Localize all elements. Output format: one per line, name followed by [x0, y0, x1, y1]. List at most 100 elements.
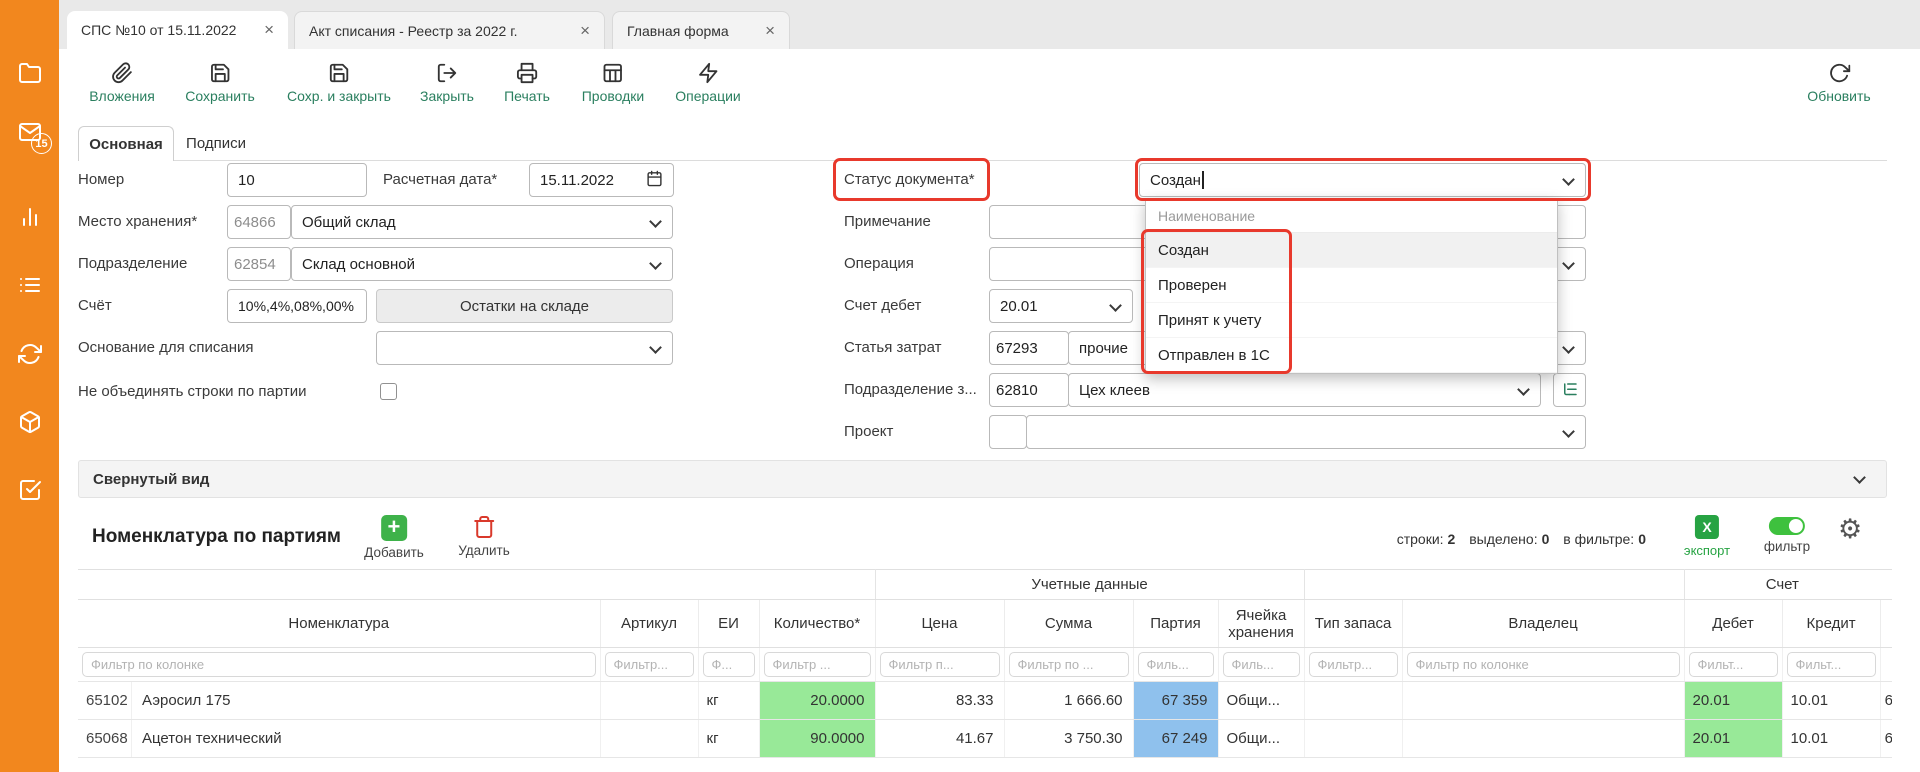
col-debit[interactable]: Дебет — [1684, 600, 1782, 648]
refresh-button[interactable]: Обновить — [1807, 62, 1870, 104]
dropdown-item-proveren[interactable]: Проверен — [1146, 268, 1557, 303]
cell-debit[interactable]: 20.01 — [1684, 682, 1782, 720]
podrazdelenie-z-code-input[interactable]: 62810 — [989, 373, 1069, 407]
cell-quantity[interactable]: 20.0000 — [759, 682, 875, 720]
cell-quantity[interactable]: 90.0000 — [759, 720, 875, 758]
col-owner[interactable]: Владелец — [1402, 600, 1684, 648]
col-nomenclature[interactable]: Номенклатура — [78, 600, 600, 648]
table-row[interactable]: 65102 Аэросил 175 кг 20.0000 83.33 1 666… — [78, 682, 1892, 720]
filter-input-credit[interactable] — [1787, 652, 1876, 677]
cell-batch[interactable]: 67 249 — [1133, 720, 1218, 758]
podrazdelenie-z-select[interactable]: Цех клеев — [1068, 373, 1541, 407]
schet-debet-select[interactable]: 20.01 — [989, 289, 1133, 323]
col-artikul[interactable]: Артикул — [600, 600, 698, 648]
filter-input-owner[interactable] — [1407, 652, 1680, 677]
list-icon[interactable] — [0, 273, 59, 297]
dropdown-item-otpravlen[interactable]: Отправлен в 1С — [1146, 338, 1557, 373]
mail-icon[interactable]: 15 — [0, 120, 59, 144]
mesto-select[interactable]: Общий склад — [291, 205, 673, 239]
filter-input-quantity[interactable] — [764, 652, 871, 677]
status-input[interactable]: Создан — [1139, 163, 1586, 197]
col-batch[interactable]: Партия — [1133, 600, 1218, 648]
close-button[interactable]: Закрыть — [420, 62, 474, 104]
cell-extra[interactable]: 6 — [1880, 720, 1892, 758]
proekt-select[interactable] — [1026, 415, 1586, 449]
filter-toggle[interactable]: фильтр — [1764, 517, 1810, 554]
osnovanie-select[interactable] — [376, 331, 673, 365]
dropdown-item-sozdan[interactable]: Создан — [1146, 233, 1557, 268]
collapsed-view-bar[interactable]: Свернутый вид — [78, 460, 1887, 498]
col-sum[interactable]: Сумма — [1004, 600, 1133, 648]
folder-icon[interactable] — [0, 61, 59, 85]
cell-price[interactable]: 83.33 — [875, 682, 1004, 720]
cell-stock-type[interactable] — [1304, 682, 1402, 720]
hierarchy-button[interactable] — [1553, 373, 1586, 407]
excel-export-button[interactable]: X экспорт — [1684, 515, 1730, 558]
tab-registry[interactable]: Акт списания - Реестр за 2022 г. × — [294, 11, 605, 49]
filter-input-stock-type[interactable] — [1309, 652, 1398, 677]
schet-input[interactable] — [227, 289, 367, 323]
filter-input-batch[interactable] — [1138, 652, 1214, 677]
nomer-input[interactable] — [227, 163, 367, 197]
tab-osnovnaya[interactable]: Основная — [78, 126, 174, 161]
merge-checkbox[interactable] — [380, 383, 397, 400]
tab-document[interactable]: СПС №10 от 15.11.2022 × — [67, 11, 288, 49]
sync-icon[interactable] — [0, 342, 59, 366]
col-stock-type[interactable]: Тип запаса — [1304, 600, 1402, 648]
add-row-button[interactable]: + Добавить — [364, 515, 424, 560]
cell-debit[interactable]: 20.01 — [1684, 720, 1782, 758]
toggle-on-icon[interactable] — [1769, 517, 1805, 535]
col-quantity[interactable]: Количество* — [759, 600, 875, 648]
podrazdelenie-select[interactable]: Склад основной — [291, 247, 673, 281]
save-and-close-button[interactable]: Сохр. и закрыть — [287, 62, 391, 104]
gear-icon[interactable]: ⚙ — [1838, 514, 1862, 545]
operations-button[interactable]: Операции — [675, 62, 741, 104]
tasks-check-icon[interactable] — [0, 478, 59, 502]
filter-input-ei[interactable] — [703, 652, 755, 677]
col-ei[interactable]: ЕИ — [698, 600, 759, 648]
postings-button[interactable]: Проводки — [582, 62, 645, 104]
cell-sum[interactable]: 1 666.60 — [1004, 682, 1133, 720]
bar-chart-icon[interactable] — [0, 205, 59, 229]
cell-batch[interactable]: 67 359 — [1133, 682, 1218, 720]
proekt-code-input[interactable] — [989, 415, 1027, 449]
tab-main-form[interactable]: Главная форма × — [612, 11, 790, 49]
filter-input-price[interactable] — [880, 652, 1000, 677]
cell-owner[interactable] — [1402, 720, 1684, 758]
package-icon[interactable] — [0, 410, 59, 434]
ostatki-na-sklade-button[interactable]: Остатки на складе — [376, 289, 673, 323]
close-icon[interactable]: × — [765, 24, 775, 38]
save-button[interactable]: Сохранить — [185, 62, 255, 104]
close-icon[interactable]: × — [580, 24, 590, 38]
print-button[interactable]: Печать — [504, 62, 550, 104]
podrazdelenie-code-input[interactable]: 62854 — [227, 247, 291, 281]
cell-storage[interactable]: Общи... — [1218, 682, 1304, 720]
close-icon[interactable]: × — [264, 23, 274, 37]
cell-sum[interactable]: 3 750.30 — [1004, 720, 1133, 758]
col-credit[interactable]: Кредит — [1782, 600, 1880, 648]
statya-zatrat-code-input[interactable]: 67293 — [989, 331, 1069, 365]
cell-ei[interactable]: кг — [698, 720, 759, 758]
filter-input-nomenclature[interactable] — [82, 652, 596, 677]
table-row[interactable]: 65068 Ацетон технический кг 90.0000 41.6… — [78, 720, 1892, 758]
tab-podpisi[interactable]: Подписи — [180, 126, 252, 161]
col-cell[interactable]: Ячейка хранения — [1218, 600, 1304, 648]
cell-credit[interactable]: 10.01 — [1782, 720, 1880, 758]
calendar-icon[interactable] — [646, 170, 663, 191]
filter-input-cell[interactable] — [1223, 652, 1300, 677]
delete-row-button[interactable]: Удалить — [458, 515, 510, 558]
cell-extra[interactable]: 6 — [1880, 682, 1892, 720]
cell-price[interactable]: 41.67 — [875, 720, 1004, 758]
attachments-button[interactable]: Вложения — [89, 62, 155, 104]
cell-owner[interactable] — [1402, 682, 1684, 720]
filter-input-sum[interactable] — [1009, 652, 1129, 677]
cell-credit[interactable]: 10.01 — [1782, 682, 1880, 720]
col-price[interactable]: Цена — [875, 600, 1004, 648]
filter-input-debit[interactable] — [1689, 652, 1778, 677]
cell-ei[interactable]: кг — [698, 682, 759, 720]
cell-stock-type[interactable] — [1304, 720, 1402, 758]
dropdown-item-prinyat[interactable]: Принят к учету — [1146, 303, 1557, 338]
filter-input-artikul[interactable] — [605, 652, 694, 677]
cell-artikul[interactable] — [600, 682, 698, 720]
cell-storage[interactable]: Общи... — [1218, 720, 1304, 758]
